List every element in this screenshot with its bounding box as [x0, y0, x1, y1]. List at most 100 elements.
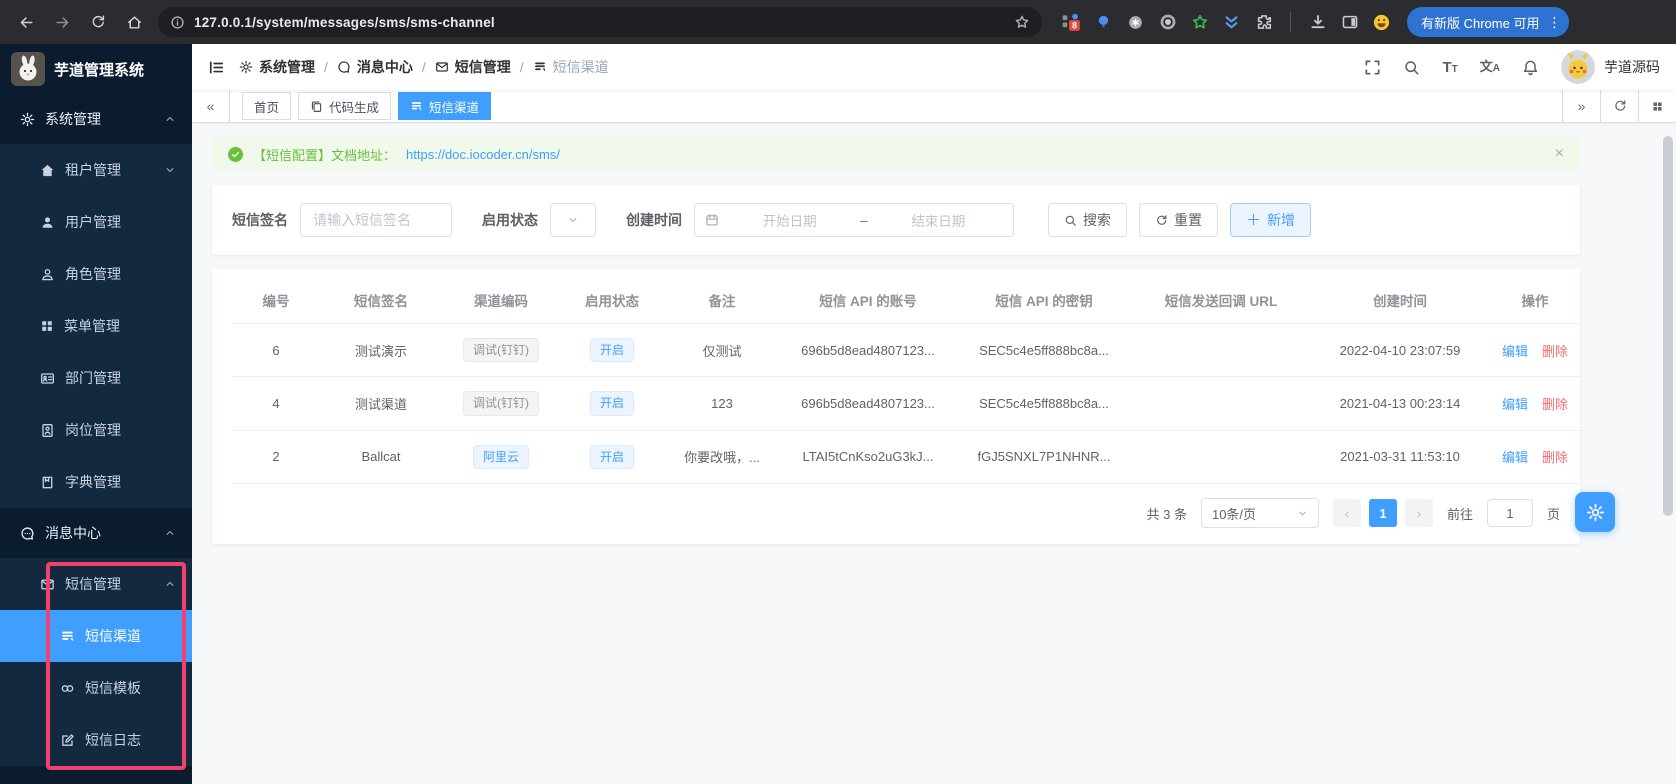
alert-close-icon[interactable]: × — [1555, 146, 1564, 162]
theme-settings-button[interactable] — [1575, 492, 1615, 532]
doc-link[interactable]: https://doc.iocoder.cn/sms/ — [406, 147, 560, 162]
col-remark: 备注 — [664, 277, 780, 324]
chrome-update-button[interactable]: 有新版 Chrome 可用 ⋮ — [1407, 7, 1570, 37]
tab-code-generation[interactable]: 代码生成 — [298, 92, 392, 120]
sidebar-item-user-management[interactable]: 用户管理 — [0, 196, 192, 248]
extension-balloon-icon[interactable] — [1094, 13, 1113, 32]
reset-button[interactable]: 重置 — [1139, 203, 1218, 237]
col-sign: 短信签名 — [320, 277, 442, 324]
username-label[interactable]: 芋道源码 — [1604, 57, 1660, 77]
header-search-button[interactable] — [1403, 59, 1420, 76]
date-range-picker[interactable]: 开始日期 – 结束日期 — [694, 203, 1014, 237]
sidebar-item-sms-log[interactable]: 短信日志 — [0, 714, 192, 766]
page-size-select[interactable]: 10条/页 — [1200, 498, 1319, 529]
extension-badge-8-icon[interactable]: 8 — [1062, 13, 1081, 32]
browser-forward-button[interactable] — [46, 6, 78, 38]
tabs-options-button[interactable] — [1638, 90, 1676, 122]
sidebar-item-sms-management[interactable]: 短信管理 — [0, 558, 192, 610]
cell-id: 2 — [232, 430, 320, 485]
tabs-scroll-right-button[interactable]: » — [1562, 90, 1600, 122]
sign-input[interactable] — [300, 203, 452, 237]
cell-remark: 仅测试 — [664, 323, 780, 378]
end-date-placeholder[interactable]: 结束日期 — [874, 210, 1003, 230]
bookmark-star-icon[interactable] — [1014, 14, 1030, 30]
extensions-puzzle-button[interactable] — [1254, 13, 1273, 32]
arrow-right-icon — [55, 16, 68, 28]
channel-code-badge: 调试(钉钉) — [463, 391, 539, 416]
sidebar-fold-button[interactable] — [208, 59, 225, 76]
next-page-button[interactable]: › — [1404, 499, 1433, 528]
tab-home[interactable]: 首页 — [242, 92, 292, 120]
sidebar-item-menu-management[interactable]: 菜单管理 — [0, 300, 192, 352]
browser-menu-icon[interactable]: ⋮ — [1547, 14, 1561, 31]
extension-asterisk-icon[interactable] — [1126, 13, 1145, 32]
sidebar-item-post-management[interactable]: 岗位管理 — [0, 404, 192, 456]
tabs-refresh-button[interactable] — [1600, 90, 1638, 122]
col-api-account: 短信 API 的账号 — [780, 277, 956, 324]
squares-grid-icon — [1653, 101, 1662, 111]
notifications-button[interactable] — [1522, 59, 1539, 76]
cell-created: 2021-04-13 00:23:14 — [1310, 376, 1490, 431]
page-content: 【短信配置】文档地址： https://doc.iocoder.cn/sms/ … — [192, 123, 1676, 784]
edit-link[interactable]: 编辑 — [1502, 397, 1528, 412]
add-button[interactable]: ＋ 新增 — [1230, 203, 1312, 237]
gear-icon — [1586, 503, 1604, 521]
tab-sms-channel[interactable]: 短信渠道 — [398, 92, 492, 120]
current-page-button[interactable]: 1 — [1368, 499, 1397, 528]
status-select[interactable] — [550, 203, 596, 237]
sidebar-item-tenant-management[interactable]: 租户管理 — [0, 144, 192, 196]
sidebar-item-label: 短信模板 — [85, 680, 141, 696]
extension-green-star-icon[interactable] — [1190, 13, 1209, 32]
sidebar-item-sms-template[interactable]: 短信模板 — [0, 662, 192, 714]
sidebar-item-dict-management[interactable]: 字典管理 — [0, 456, 192, 508]
prev-page-button[interactable]: ‹ — [1332, 499, 1361, 528]
sidebar-item-department-management[interactable]: 部门管理 — [0, 352, 192, 404]
id-card-icon — [40, 371, 55, 386]
delete-link[interactable]: 删除 — [1542, 344, 1568, 359]
home-icon — [127, 15, 141, 29]
side-panel-button[interactable] — [1340, 13, 1359, 32]
search-button[interactable]: 搜索 — [1048, 203, 1127, 237]
cell-status: 开启 — [560, 430, 664, 485]
vertical-scrollbar-thumb[interactable] — [1663, 136, 1673, 516]
breadcrumb-system-management[interactable]: 系统管理 — [239, 57, 315, 77]
font-size-button[interactable]: TT — [1442, 60, 1457, 75]
sidebar-item-message-center[interactable]: 消息中心 — [0, 508, 192, 558]
app-logo-row[interactable]: 芋道管理系统 — [0, 44, 192, 94]
profile-emoji-icon[interactable] — [1372, 13, 1391, 32]
edit-link[interactable]: 编辑 — [1502, 344, 1528, 359]
gear-icon — [20, 112, 35, 127]
sidebar-item-system-management[interactable]: 系统管理 — [0, 94, 192, 144]
edit-link[interactable]: 编辑 — [1502, 450, 1528, 465]
cell-api-account: 696b5d8ead4807123... — [780, 323, 956, 378]
browser-reload-button[interactable] — [82, 6, 114, 38]
grid-badge-icon: 8 — [1062, 13, 1080, 31]
goto-page-input[interactable] — [1486, 499, 1533, 528]
extension-ring-icon[interactable] — [1158, 13, 1177, 32]
browser-back-button[interactable] — [10, 6, 42, 38]
address-bar[interactable]: 127.0.0.1/system/messages/sms/sms-channe… — [158, 7, 1042, 37]
translate-icon: 文A — [1479, 59, 1500, 74]
language-button[interactable]: 文A — [1480, 60, 1500, 74]
breadcrumb-sms-management[interactable]: 短信管理 — [435, 57, 511, 77]
site-info-icon[interactable] — [170, 15, 185, 30]
url-text: 127.0.0.1/system/messages/sms/sms-channe… — [194, 14, 495, 30]
delete-link[interactable]: 删除 — [1542, 450, 1568, 465]
cell-sign: Ballcat — [320, 430, 442, 485]
cell-api-account: 696b5d8ead4807123... — [780, 376, 956, 431]
fullscreen-button[interactable] — [1364, 59, 1381, 76]
header-actions: TT 文A 芋道源码 — [1342, 50, 1660, 84]
user-avatar[interactable] — [1561, 50, 1595, 84]
sidebar-item-sms-channel[interactable]: 短信渠道 — [0, 610, 192, 662]
breadcrumb-message-center[interactable]: 消息中心 — [337, 57, 413, 77]
sidebar-item-role-management[interactable]: 角色管理 — [0, 248, 192, 300]
extension-double-chevron-icon[interactable] — [1222, 13, 1241, 32]
downloads-button[interactable] — [1308, 13, 1327, 32]
delete-link[interactable]: 删除 — [1542, 397, 1568, 412]
tabs-scroll-left-button[interactable]: « — [192, 90, 230, 122]
search-icon — [1065, 215, 1076, 226]
svg-text:8: 8 — [1072, 20, 1077, 30]
browser-home-button[interactable] — [118, 6, 150, 38]
start-date-placeholder[interactable]: 开始日期 — [725, 210, 854, 230]
plus-icon: ＋ — [1246, 211, 1262, 229]
